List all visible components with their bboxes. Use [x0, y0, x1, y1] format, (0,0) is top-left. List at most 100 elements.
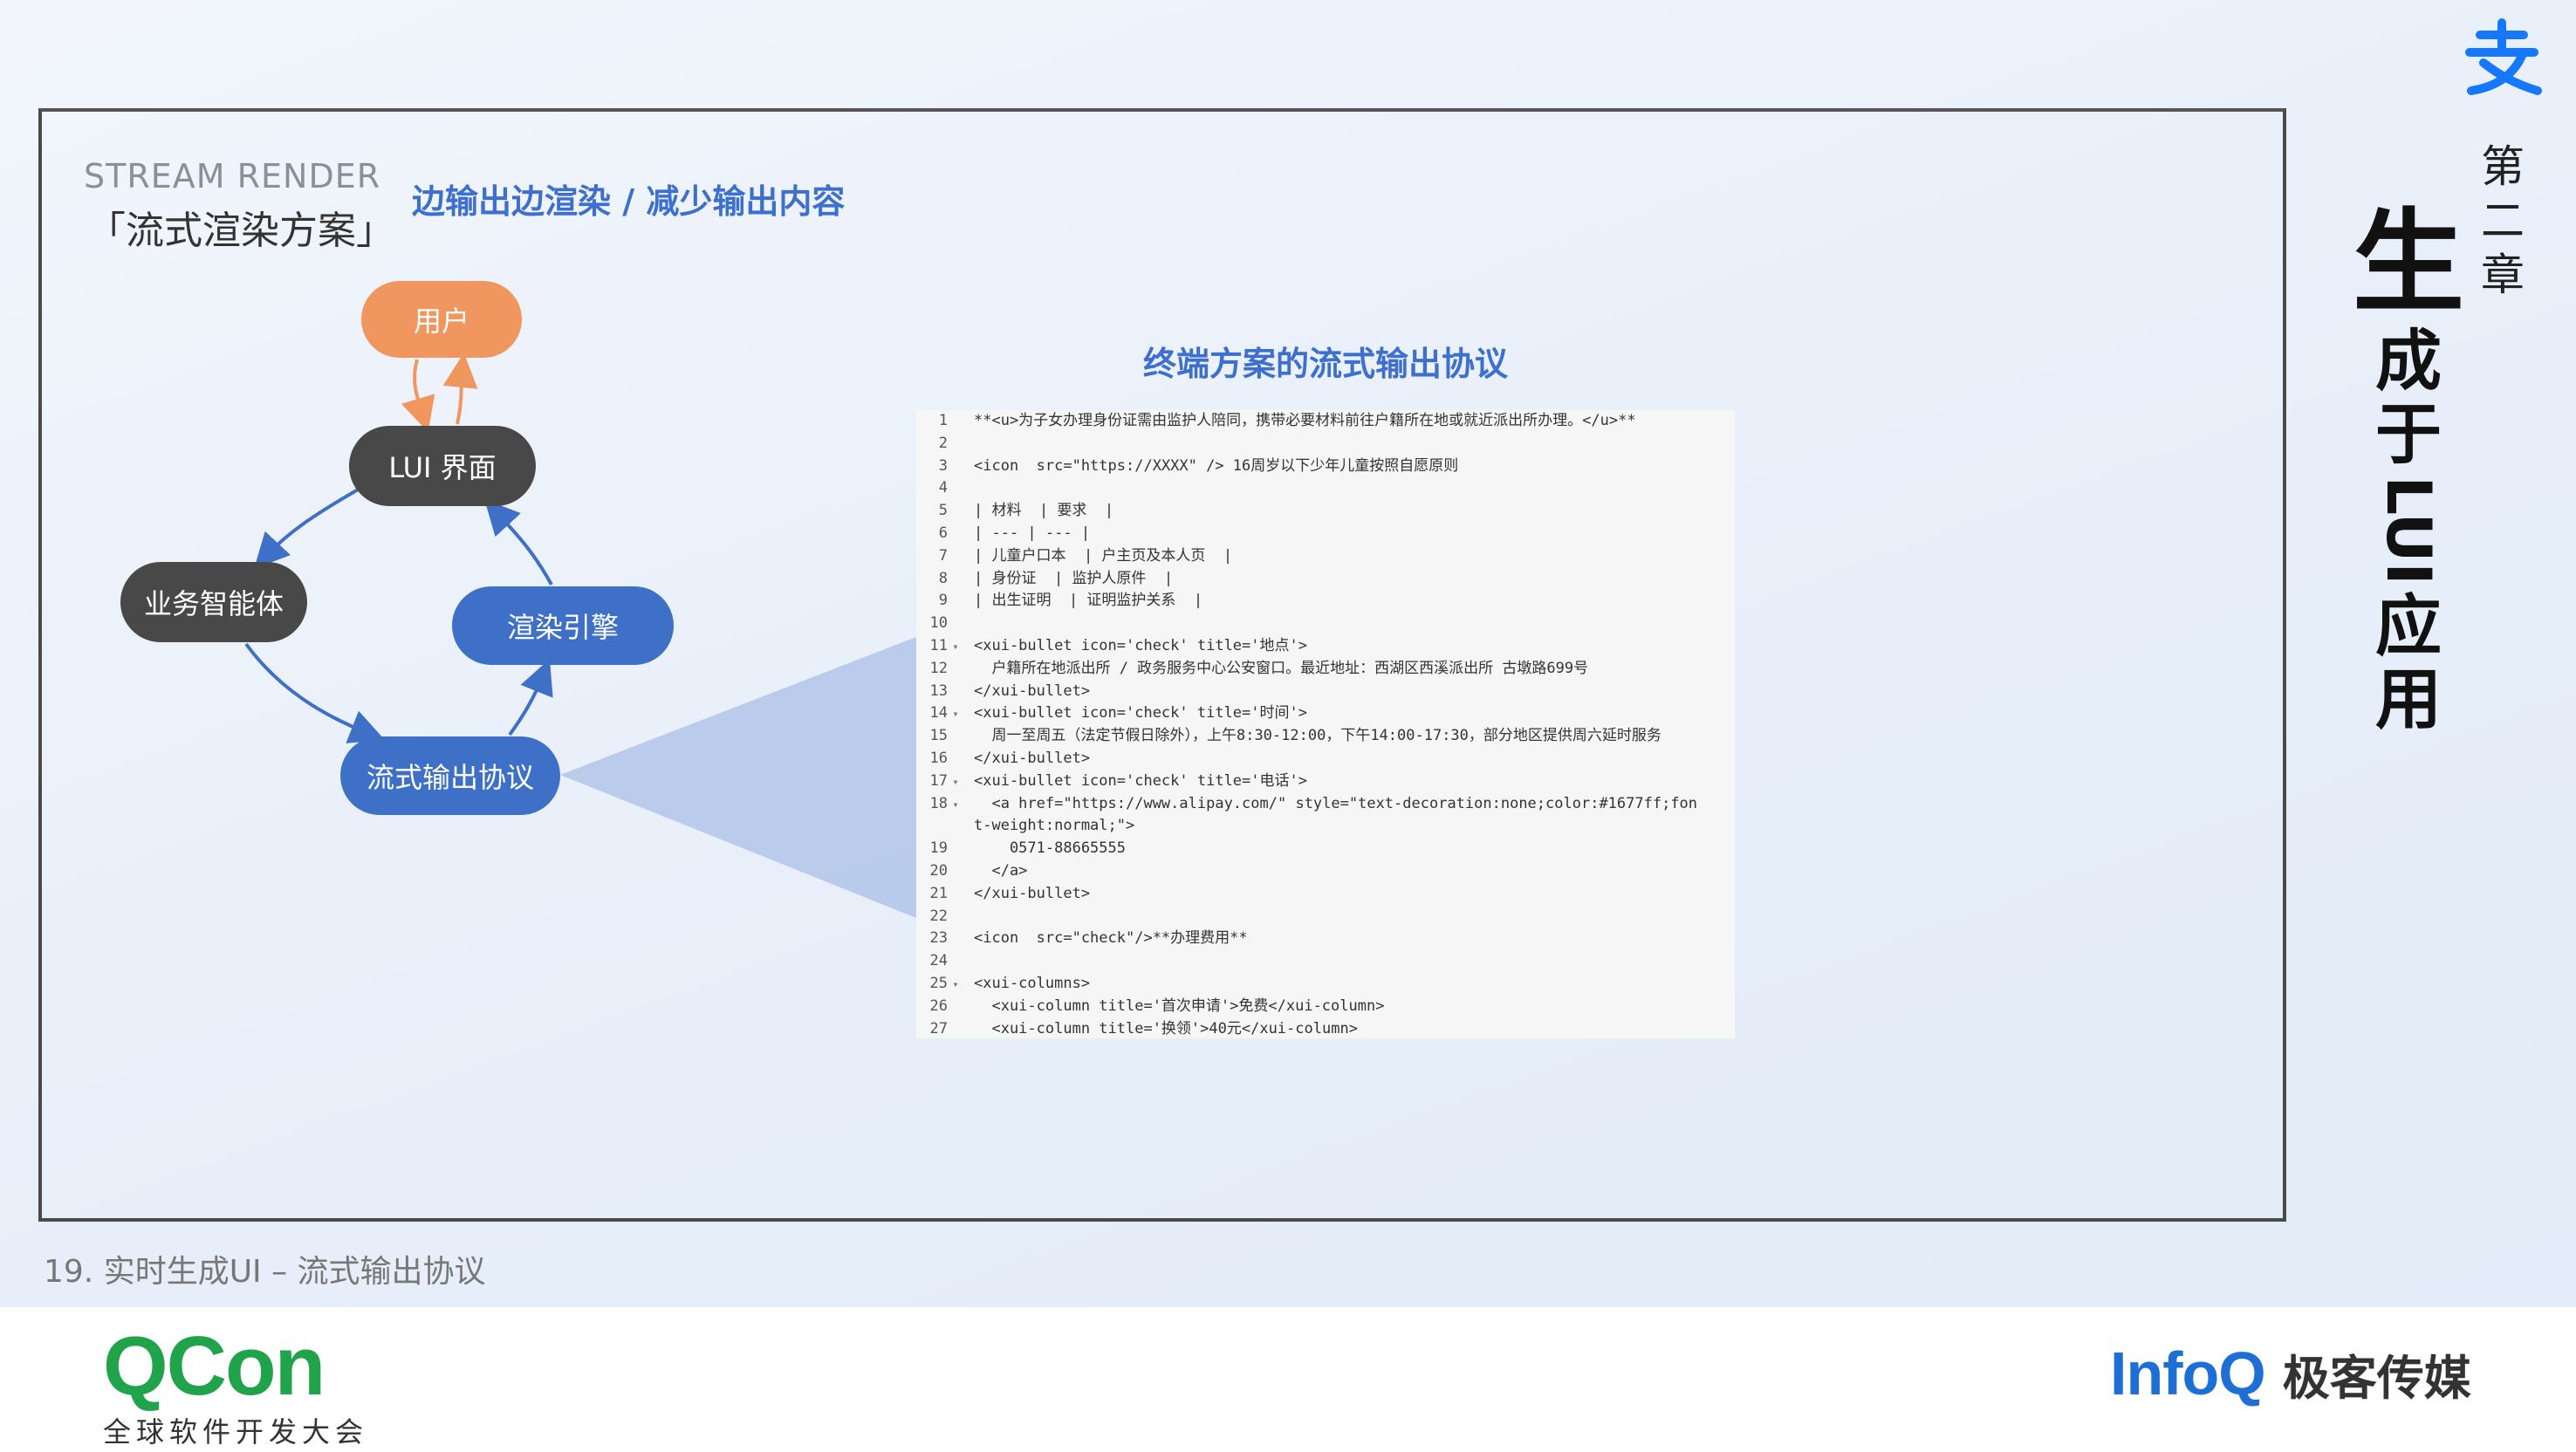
code-panel: 1 **<u>为子女办理身份证需由监护人陪同，携带必要材料前往户籍所在地或就近派出… — [916, 410, 1735, 1038]
code-line: 7 | 儿童户口本 | 户主页及本人页 | — [916, 545, 1735, 568]
code-text: </a> — [974, 861, 1028, 880]
line-number: 9 — [938, 592, 948, 610]
code-line: 10 — [916, 613, 1735, 635]
qcon-wordmark: QCon — [103, 1319, 325, 1413]
code-line: 18 ▾ <a href="https://www.alipay.com/" st… — [916, 793, 1735, 816]
line-number: 26 — [929, 997, 948, 1015]
line-number: 2 — [938, 434, 948, 452]
line-number: 20 — [929, 861, 948, 880]
line-number: 25 — [929, 974, 948, 992]
code-line: 2 — [916, 433, 1735, 455]
line-number: 5 — [938, 502, 948, 520]
code-line: 14 ▾ <xui-bullet icon='check' title='时间'> — [916, 702, 1735, 725]
code-text: 0571-88665555 — [974, 839, 1126, 858]
line-number: 17 — [929, 771, 948, 790]
line-number: 27 — [929, 1019, 948, 1038]
node-lui: LUI 界面 — [349, 426, 536, 506]
code-panel-title: 终端方案的流式输出协议 — [1143, 345, 1509, 383]
code-text: | 儿童户口本 | 户主页及本人页 | — [974, 546, 1233, 565]
projection-wedge — [560, 637, 916, 918]
code-line: 6 | --- | --- | — [916, 523, 1735, 545]
arrow-user-to-lui — [401, 359, 435, 433]
code-text: t-weight:normal;"> — [974, 817, 1135, 835]
line-number: 16 — [929, 749, 948, 767]
node-stream-protocol: 流式输出协议 — [340, 736, 560, 815]
code-line: 16 </xui-bullet> — [916, 748, 1735, 771]
code-line: 13 </xui-bullet> — [916, 681, 1735, 703]
fold-toggle-icon[interactable]: ▾ — [948, 794, 963, 817]
code-text: <xui-bullet icon='check' title='电话'> — [974, 771, 1307, 790]
line-number: 23 — [929, 929, 948, 948]
infoq-logo: InfoQ 极客传媒 — [2110, 1339, 2471, 1408]
node-user: 用户 — [361, 281, 522, 358]
slide-caption: 19. 实时生成UI – 流式输出协议 — [44, 1254, 486, 1290]
line-number: 3 — [938, 456, 948, 475]
code-line: 25 ▾ <xui-columns> — [916, 973, 1735, 996]
node-agent: 业务智能体 — [120, 562, 307, 642]
code-text: <xui-column title='换领'>40元</xui-column> — [974, 1019, 1358, 1038]
infoq-media-label: 极客传媒 — [2282, 1350, 2471, 1406]
code-line: 9 | 出生证明 | 证明监护关系 | — [916, 590, 1735, 613]
code-line: 17 ▾ <xui-bullet icon='check' title='电话'> — [916, 771, 1735, 793]
node-render-engine: 渲染引擎 — [452, 586, 674, 665]
line-number: 7 — [938, 546, 948, 565]
line-number: 1 — [938, 412, 948, 429]
code-line: 21 </xui-bullet> — [916, 883, 1735, 906]
code-text: <xui-bullet icon='check' title='时间'> — [974, 704, 1307, 723]
code-text: </xui-bullet> — [974, 749, 1091, 767]
code-line: 11 ▾ <xui-bullet icon='check' title='地点'> — [916, 635, 1735, 658]
arrow-lui-to-user — [442, 353, 478, 425]
code-line: 4 — [916, 477, 1735, 500]
code-line: 1 **<u>为子女办理身份证需由监护人陪同，携带必要材料前往户籍所在地或就近派出… — [916, 410, 1735, 433]
code-text: </xui-bullet> — [974, 884, 1091, 902]
line-number: 6 — [938, 524, 948, 542]
qcon-subtitle: 全球软件开发大会 — [103, 1415, 369, 1449]
fold-toggle-icon[interactable]: ▾ — [948, 771, 963, 794]
line-number: 15 — [929, 727, 948, 745]
code-line: 23 <icon src="check"/>**办理费用** — [916, 928, 1735, 950]
line-number: 24 — [929, 952, 948, 970]
code-text: <icon src="https://XXXX" /> 16周岁以下少年儿童按照… — [974, 456, 1459, 475]
code-text: <xui-bullet icon='check' title='地点'> — [974, 636, 1307, 654]
code-text: </xui-bullet> — [974, 681, 1091, 700]
code-line: 26 <xui-column title='首次申请'>免费</xui-colu… — [916, 996, 1735, 1018]
code-text: 周一至周五（法定节假日除外），上午8:30-12:00，下午14:00-17:3… — [974, 727, 1661, 745]
code-text: **<u>为子女办理身份证需由监护人陪同，携带必要材料前往户籍所在地或就近派出所… — [974, 412, 1636, 429]
code-line: 19 0571-88665555 — [916, 838, 1735, 860]
line-number: 22 — [929, 907, 948, 925]
fold-toggle-icon[interactable]: ▾ — [948, 703, 963, 726]
code-text: | --- | --- | — [974, 524, 1091, 542]
code-line: 12 户籍所在地派出所 / 政务服务中心公安窗口。最近地址：西湖区西溪派出所 古… — [916, 658, 1735, 681]
code-text: 户籍所在地派出所 / 政务服务中心公安窗口。最近地址：西湖区西溪派出所 古墩路6… — [974, 659, 1589, 677]
fold-toggle-icon[interactable]: ▾ — [948, 636, 963, 659]
code-line: 22 — [916, 906, 1735, 928]
arrow-agent-to-stream — [244, 642, 385, 743]
arrow-engine-to-lui — [484, 499, 553, 586]
code-line: 3 <icon src="https://XXXX" /> 16周岁以下少年儿童按… — [916, 455, 1735, 478]
code-text: | 材料 | 要求 | — [974, 502, 1114, 520]
code-line: 15 周一至周五（法定节假日除外），上午8:30-12:00，下午14:00-1… — [916, 725, 1735, 748]
code-line: 8 | 身份证 | 监护人原件 | — [916, 568, 1735, 591]
code-line: t-weight:normal;"> — [916, 815, 1735, 838]
code-text: | 身份证 | 监护人原件 | — [974, 569, 1174, 587]
arrow-stream-to-engine — [508, 659, 553, 736]
code-line: 24 — [916, 950, 1735, 973]
line-number: 10 — [929, 614, 948, 633]
code-text: <a href="https://www.alipay.com/" style=… — [974, 794, 1698, 812]
code-line: 20 </a> — [916, 860, 1735, 883]
code-text: <xui-column title='首次申请'>免费</xui-column> — [974, 997, 1385, 1015]
line-number: 11 — [929, 636, 948, 654]
code-text: <icon src="check"/>**办理费用** — [974, 929, 1248, 948]
infoq-wordmark: InfoQ — [2110, 1339, 2266, 1407]
line-number: 18 — [929, 794, 948, 812]
fold-toggle-icon[interactable]: ▾ — [948, 974, 963, 997]
code-line: 5 | 材料 | 要求 | — [916, 500, 1735, 523]
code-text: | 出生证明 | 证明监护关系 | — [974, 592, 1203, 610]
arrow-lui-to-agent — [254, 487, 360, 569]
code-text: <xui-columns> — [974, 974, 1091, 992]
qcon-logo: QCon 全球软件开发大会 — [103, 1325, 368, 1450]
line-number: 14 — [929, 704, 948, 723]
code-lines: 1 **<u>为子女办理身份证需由监护人陪同，携带必要材料前往户籍所在地或就近派出… — [916, 410, 1735, 1038]
line-number: 4 — [938, 479, 948, 497]
line-number: 8 — [938, 569, 948, 587]
